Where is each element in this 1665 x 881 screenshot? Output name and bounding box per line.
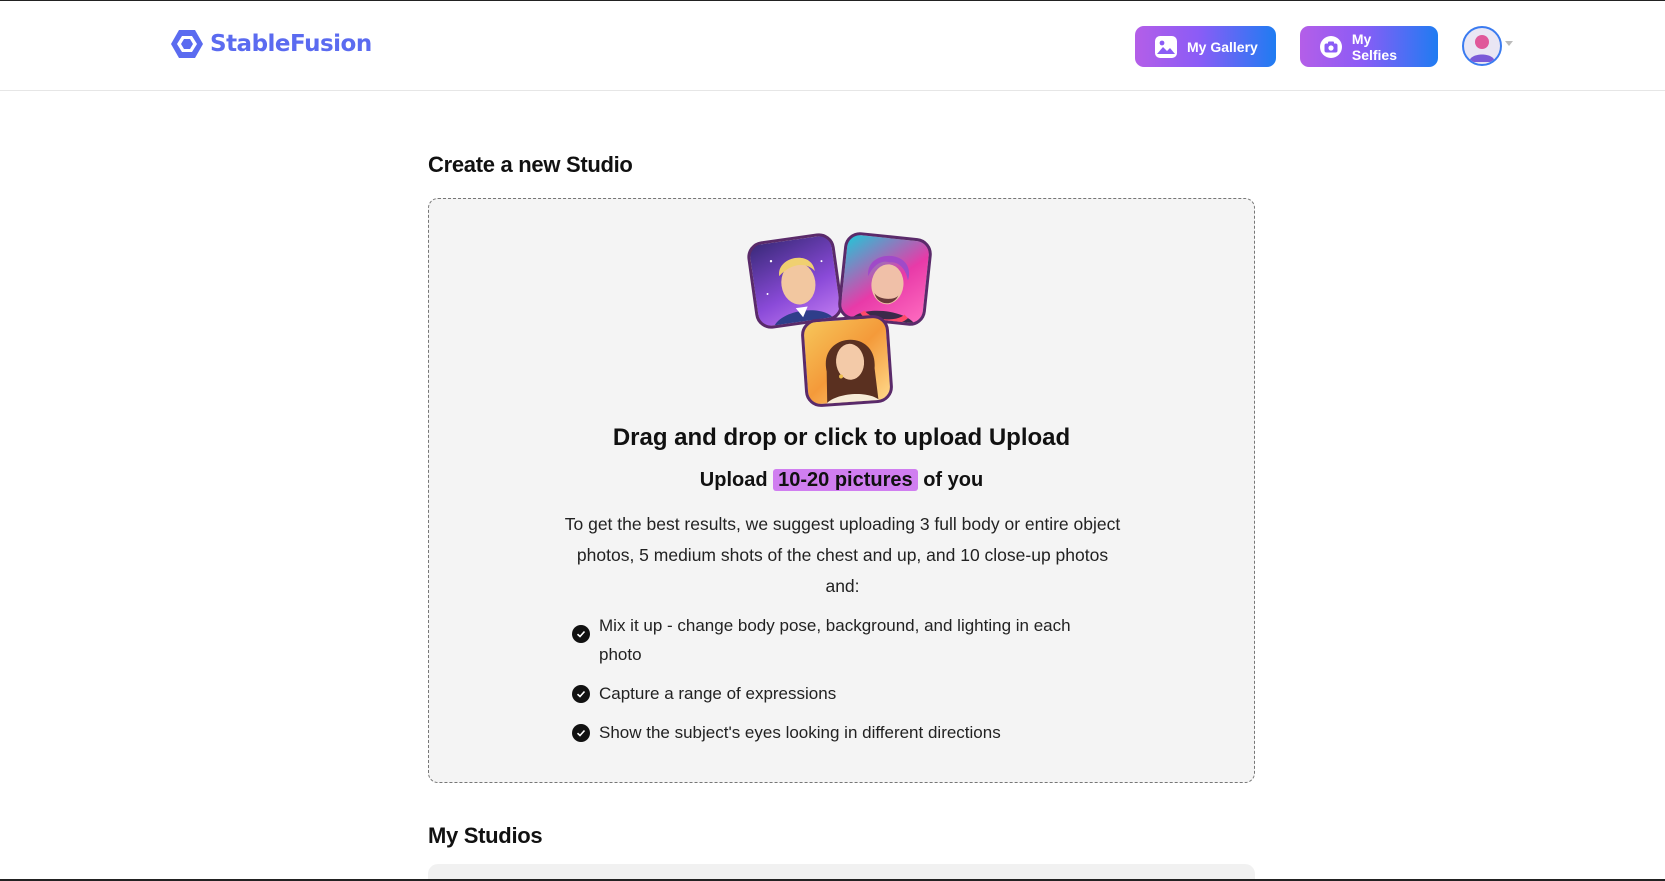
upload-sub-after: of you	[923, 469, 984, 491]
portrait-woman-image	[800, 314, 894, 408]
user-icon	[1469, 35, 1495, 62]
picture-count-highlight: 10-20 pictures	[773, 469, 918, 491]
hexagon-logo-icon	[171, 30, 203, 58]
tip-text: Mix it up - change body pose, background…	[599, 616, 1071, 664]
portrait-man-blond-image	[745, 231, 845, 331]
check-circle-icon	[572, 685, 590, 703]
upload-sub-before: Upload	[699, 469, 768, 491]
tip-text: Show the subject's eyes looking in diffe…	[599, 723, 1001, 742]
top-navbar: StableFusion My Gallery My Selfies	[0, 1, 1665, 91]
my-selfies-button[interactable]: My Selfies	[1300, 26, 1438, 67]
create-studio-title: Create a new Studio	[428, 152, 633, 177]
logo[interactable]: StableFusion	[170, 28, 372, 60]
upload-dropzone[interactable]: Drag and drop or click to upload Upload …	[428, 198, 1255, 783]
logo-text: StableFusion	[210, 31, 372, 57]
portrait-man-curly-image	[836, 230, 934, 328]
upload-title: Drag and drop or click to upload Upload	[612, 424, 1071, 451]
tip-text: Capture a range of expressions	[599, 684, 837, 703]
my-gallery-label: My Gallery	[1187, 38, 1258, 55]
list-item: Show the subject's eyes looking in diffe…	[572, 718, 1092, 747]
user-avatar[interactable]	[1462, 26, 1502, 66]
sample-portraits	[745, 230, 936, 408]
check-circle-icon	[572, 625, 590, 643]
camera-icon	[1318, 34, 1344, 60]
list-item: Capture a range of expressions	[572, 679, 1092, 708]
my-selfies-label: My Selfies	[1351, 30, 1397, 63]
list-item: Mix it up - change body pose, background…	[572, 611, 1092, 669]
my-studios-title: My Studios	[428, 823, 543, 848]
check-circle-icon	[572, 724, 590, 742]
upload-subtitle: Upload 10-20 pictures of you	[429, 469, 1254, 492]
upload-description: To get the best results, we suggest uplo…	[564, 514, 1121, 596]
chevron-down-icon[interactable]	[1505, 41, 1513, 46]
tips-list: Mix it up - change body pose, background…	[572, 611, 1092, 757]
my-gallery-button[interactable]: My Gallery	[1135, 26, 1276, 67]
image-icon	[1153, 34, 1179, 60]
